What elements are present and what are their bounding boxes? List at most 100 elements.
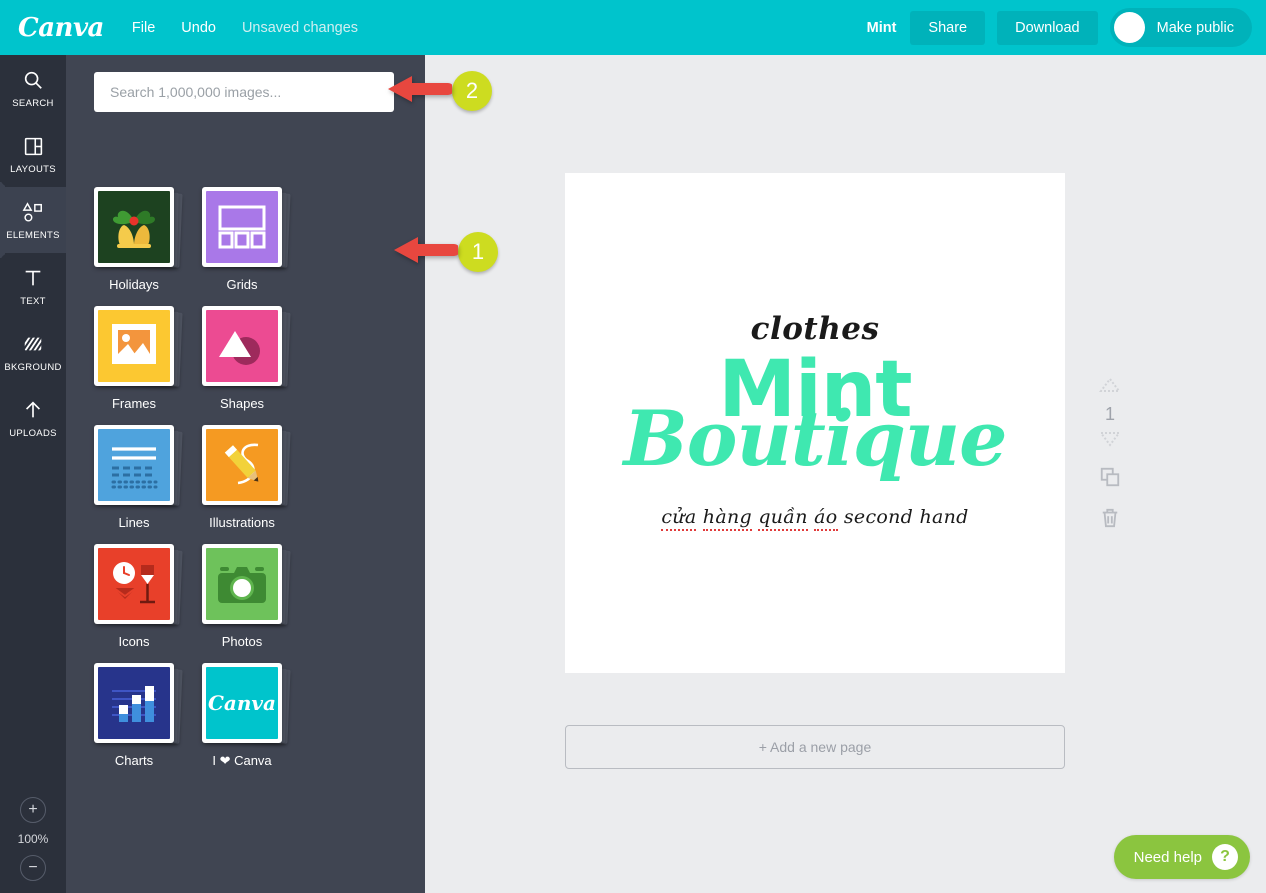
tile-stack <box>202 187 291 268</box>
need-help-button[interactable]: Need help ? <box>1113 835 1250 879</box>
tile-shapes[interactable]: Shapes <box>202 306 310 411</box>
subtitle-word: quần <box>758 506 808 531</box>
tile-stack <box>202 544 291 625</box>
tile-icons[interactable]: Icons <box>94 544 202 649</box>
add-new-page-button[interactable]: + Add a new page <box>565 725 1065 769</box>
delete-page-icon[interactable] <box>1100 507 1120 534</box>
bar-chart-icon <box>98 667 170 739</box>
left-tool-rail: SEARCH LAYOUTS ELEMENTS TEXT BKGROUND UP… <box>0 55 66 893</box>
canva-logo[interactable]: Canva <box>18 15 104 41</box>
tile-stack <box>94 425 183 506</box>
tile-thumbnail[interactable] <box>202 544 282 624</box>
tile-stack <box>94 544 183 625</box>
tile-label: Photos <box>221 634 263 649</box>
tile-thumbnail[interactable] <box>94 306 174 386</box>
zoom-in-button[interactable]: + <box>20 797 46 823</box>
menu-file[interactable]: File <box>132 20 155 36</box>
canva-editor-window: Canva File Undo Unsaved changes Mint Sha… <box>0 0 1266 893</box>
rail-item-search[interactable]: SEARCH <box>0 55 66 121</box>
make-public-label: Make public <box>1156 19 1234 36</box>
rail-label: SEARCH <box>12 98 54 109</box>
tile-i-love-canva[interactable]: Canva I ❤ Canva <box>202 663 310 769</box>
rail-label: BKGROUND <box>4 362 62 373</box>
menu-undo[interactable]: Undo <box>181 20 216 36</box>
share-button[interactable]: Share <box>910 10 986 45</box>
subtitle-tail: second hand <box>837 506 969 528</box>
annotation-badge: 1 <box>458 232 498 272</box>
rail-label: ELEMENTS <box>6 230 60 241</box>
toggle-knob-icon <box>1113 12 1145 43</box>
tile-thumbnail[interactable]: Canva <box>202 663 282 743</box>
clock-mail-icon <box>98 548 170 620</box>
move-page-up-icon[interactable] <box>1099 377 1121 398</box>
design-text-boutique[interactable]: Boutique <box>565 401 1065 477</box>
tile-charts[interactable]: Charts <box>94 663 202 769</box>
page-number-label: 1 <box>1104 404 1115 424</box>
elements-panel: Holidays <box>66 55 425 893</box>
make-public-toggle[interactable]: Make public <box>1109 8 1252 47</box>
subtitle-word: cửa <box>661 506 697 531</box>
tile-stack <box>94 187 183 268</box>
zoom-level-label: 100% <box>17 832 49 846</box>
layouts-icon <box>23 133 44 159</box>
tile-stack: Canva <box>202 663 291 744</box>
rail-item-background[interactable]: BKGROUND <box>0 319 66 385</box>
subtitle-space <box>696 506 702 528</box>
rail-item-text[interactable]: TEXT <box>0 253 66 319</box>
annotation-arrow-icon <box>392 233 460 272</box>
tile-holidays[interactable]: Holidays <box>94 187 202 292</box>
subtitle-word: áo <box>814 506 838 531</box>
background-icon <box>22 331 44 357</box>
tile-frames[interactable]: Frames <box>94 306 202 411</box>
holly-bells-icon <box>98 191 170 263</box>
zoom-out-button[interactable]: − <box>20 855 46 881</box>
tile-thumbnail[interactable] <box>202 306 282 386</box>
canva-logo-icon: Canva <box>206 667 278 739</box>
duplicate-page-icon[interactable] <box>1099 466 1121 493</box>
elements-icon <box>21 199 45 225</box>
element-category-grid: Holidays Grids Frames Shapes Lines Illus… <box>94 187 414 783</box>
tile-thumbnail[interactable] <box>94 425 174 505</box>
uploads-icon <box>22 397 44 423</box>
top-header-bar: Canva File Undo Unsaved changes Mint Sha… <box>0 0 1266 55</box>
tile-label: Lines <box>118 515 150 530</box>
search-input[interactable] <box>94 72 394 112</box>
download-button[interactable]: Download <box>997 10 1098 45</box>
tile-lines[interactable]: Lines <box>94 425 202 530</box>
camera-icon <box>206 548 278 620</box>
rail-label: UPLOADS <box>9 428 57 439</box>
tile-thumbnail[interactable] <box>202 425 282 505</box>
text-icon <box>22 265 44 291</box>
tile-label: Shapes <box>219 396 265 411</box>
tile-label: Holidays <box>109 277 159 292</box>
design-text-clothes[interactable]: clothes <box>565 311 1065 347</box>
unsaved-changes-status: Unsaved changes <box>241 19 359 36</box>
tile-grids[interactable]: Grids <box>202 187 310 292</box>
header-right-group: Mint Share Download Make public <box>867 8 1266 47</box>
rail-item-elements[interactable]: ELEMENTS <box>0 187 66 253</box>
page-side-controls: 1 <box>1090 377 1130 534</box>
rail-label: LAYOUTS <box>10 164 56 175</box>
tile-label: I ❤ Canva <box>212 753 272 768</box>
design-text-subtitle[interactable]: cửa hàng quần áo second hand <box>565 506 1065 531</box>
design-page[interactable]: clothes Mint Boutique cửa hàng quần áo s… <box>565 173 1065 673</box>
tile-illustrations[interactable]: Illustrations <box>202 425 310 530</box>
tile-stack <box>94 306 183 387</box>
tile-thumbnail[interactable] <box>94 544 174 624</box>
annotation-2: 2 <box>386 71 492 111</box>
move-page-down-icon[interactable] <box>1099 431 1121 452</box>
tile-thumbnail[interactable] <box>94 663 174 743</box>
tile-stack <box>202 306 291 387</box>
rail-item-uploads[interactable]: UPLOADS <box>0 385 66 451</box>
need-help-label: Need help <box>1133 848 1202 866</box>
search-icon <box>22 67 44 93</box>
tile-thumbnail[interactable] <box>202 187 282 267</box>
tile-label: Illustrations <box>209 515 275 530</box>
tile-stack <box>94 663 183 744</box>
tile-photos[interactable]: Photos <box>202 544 310 649</box>
tile-label: Icons <box>118 634 150 649</box>
zoom-controls: + 100% − <box>0 797 66 881</box>
tile-thumbnail[interactable] <box>94 187 174 267</box>
design-title: Mint <box>866 19 897 36</box>
annotation-1: 1 <box>392 232 498 272</box>
